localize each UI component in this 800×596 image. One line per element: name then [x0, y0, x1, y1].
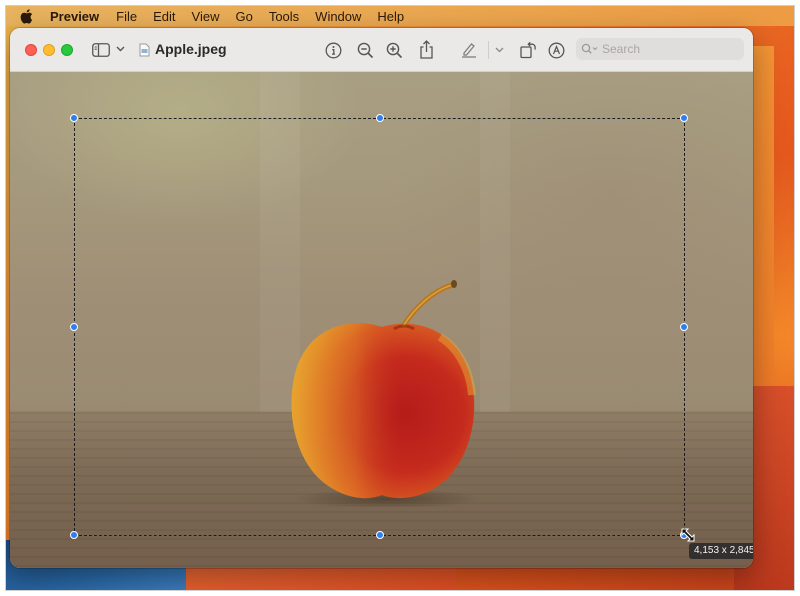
toolbar-separator — [488, 41, 489, 59]
resize-cursor-icon — [681, 528, 695, 542]
selection-handle-middle-left[interactable] — [70, 323, 78, 331]
selection-handle-bottom-center[interactable] — [376, 531, 384, 539]
document-title: Apple.jpeg — [155, 41, 227, 57]
menu-bar: Preview File Edit View Go Tools Window H… — [6, 6, 794, 26]
apple-logo-icon[interactable] — [20, 8, 34, 24]
selection-size-readout: 4,153 x 2,845 — [689, 543, 753, 559]
image-canvas[interactable]: 4,153 x 2,845 — [10, 72, 753, 568]
zoom-in-icon[interactable] — [385, 41, 403, 59]
menu-app-preview[interactable]: Preview — [50, 9, 99, 24]
selection-handle-middle-right[interactable] — [680, 323, 688, 331]
chevron-down-icon[interactable] — [115, 44, 125, 54]
markup-icon[interactable] — [547, 41, 565, 59]
search-placeholder: Search — [602, 42, 641, 56]
menu-view[interactable]: View — [192, 9, 220, 24]
chevron-down-icon[interactable] — [494, 45, 504, 55]
preview-window: Apple.jpeg Search 4,153 x 2,845 — [10, 28, 753, 568]
info-icon[interactable] — [324, 41, 342, 59]
rotate-icon[interactable] — [519, 40, 537, 59]
zoom-out-icon[interactable] — [356, 41, 374, 59]
sidebar-toggle-icon[interactable] — [90, 41, 112, 59]
selection-handle-top-left[interactable] — [70, 114, 78, 122]
selection-handle-top-right[interactable] — [680, 114, 688, 122]
menu-file[interactable]: File — [116, 9, 137, 24]
highlight-icon[interactable] — [460, 41, 478, 59]
zoom-window-button[interactable] — [61, 44, 73, 56]
menu-help[interactable]: Help — [377, 9, 404, 24]
window-toolbar: Apple.jpeg Search — [10, 28, 753, 72]
menu-window[interactable]: Window — [315, 9, 361, 24]
close-window-button[interactable] — [25, 44, 37, 56]
document-icon — [138, 42, 150, 57]
selection-marquee[interactable] — [70, 114, 688, 539]
search-input[interactable]: Search — [576, 38, 744, 60]
share-icon[interactable] — [418, 39, 434, 59]
menu-tools[interactable]: Tools — [269, 9, 299, 24]
selection-handle-top-center[interactable] — [376, 114, 384, 122]
menu-go[interactable]: Go — [235, 9, 252, 24]
desktop: Preview File Edit View Go Tools Window H… — [5, 5, 795, 591]
minimize-window-button[interactable] — [43, 44, 55, 56]
search-icon — [581, 42, 601, 56]
menu-edit[interactable]: Edit — [153, 9, 175, 24]
selection-handle-bottom-left[interactable] — [70, 531, 78, 539]
